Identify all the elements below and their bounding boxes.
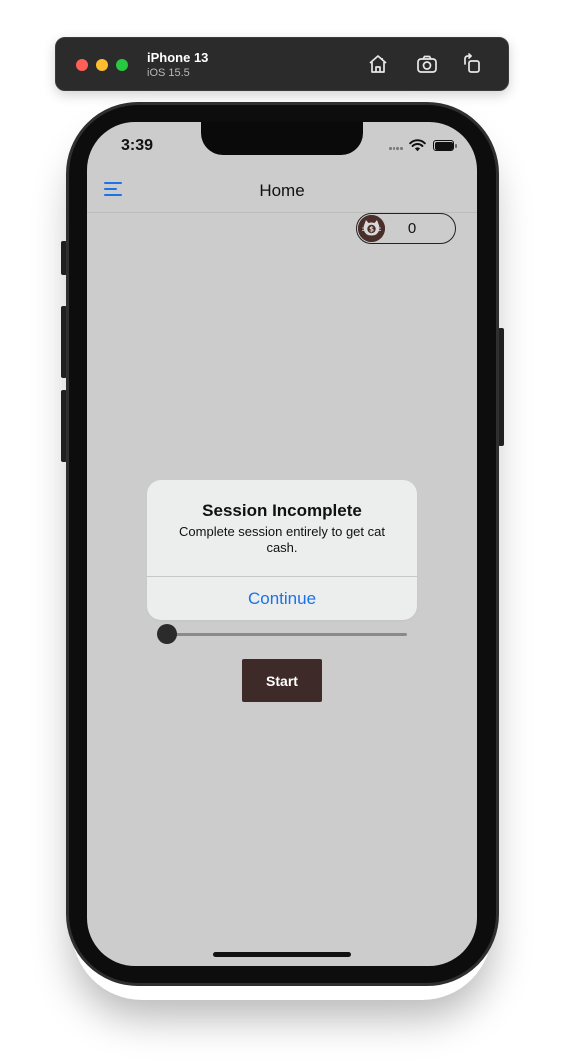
slider-thumb[interactable] xyxy=(157,624,177,644)
zoom-window-button[interactable] xyxy=(116,59,128,71)
svg-text:$: $ xyxy=(369,226,374,234)
phone-screen: 3:39 Home $ 0 Start Session Incomplete C… xyxy=(87,122,477,966)
cat-cash-count: 0 xyxy=(407,220,417,237)
rotate-icon[interactable] xyxy=(460,52,484,76)
signal-dots-icon xyxy=(389,147,405,151)
wifi-icon xyxy=(409,138,426,152)
home-indicator[interactable] xyxy=(213,952,351,957)
notch xyxy=(201,122,363,155)
home-icon[interactable] xyxy=(366,52,390,76)
simulator-window: iPhone 13 iOS 15.5 3:39 Home $ 0 Start S… xyxy=(0,0,564,1062)
navigation-header: Home xyxy=(87,168,477,213)
simulator-title-bar: iPhone 13 iOS 15.5 xyxy=(55,37,509,91)
close-window-button[interactable] xyxy=(76,59,88,71)
os-version: iOS 15.5 xyxy=(147,67,190,79)
alert-message: Complete session entirely to get cat cas… xyxy=(179,524,385,555)
status-time: 3:39 xyxy=(121,137,154,154)
device-name: iPhone 13 xyxy=(147,50,209,65)
continue-button[interactable]: Continue xyxy=(147,577,417,620)
cat-cash-balance[interactable]: $ 0 xyxy=(356,213,456,244)
start-button[interactable]: Start xyxy=(242,659,322,702)
session-incomplete-alert: Session Incomplete Complete session enti… xyxy=(147,480,417,620)
page-title: Home xyxy=(259,181,305,200)
screenshot-icon[interactable] xyxy=(415,52,439,76)
slider-track xyxy=(167,633,407,636)
alert-title: Session Incomplete xyxy=(202,501,362,520)
cat-cash-icon: $ xyxy=(358,215,385,242)
battery-icon xyxy=(433,140,457,151)
session-slider[interactable] xyxy=(157,623,408,645)
minimize-window-button[interactable] xyxy=(96,59,108,71)
